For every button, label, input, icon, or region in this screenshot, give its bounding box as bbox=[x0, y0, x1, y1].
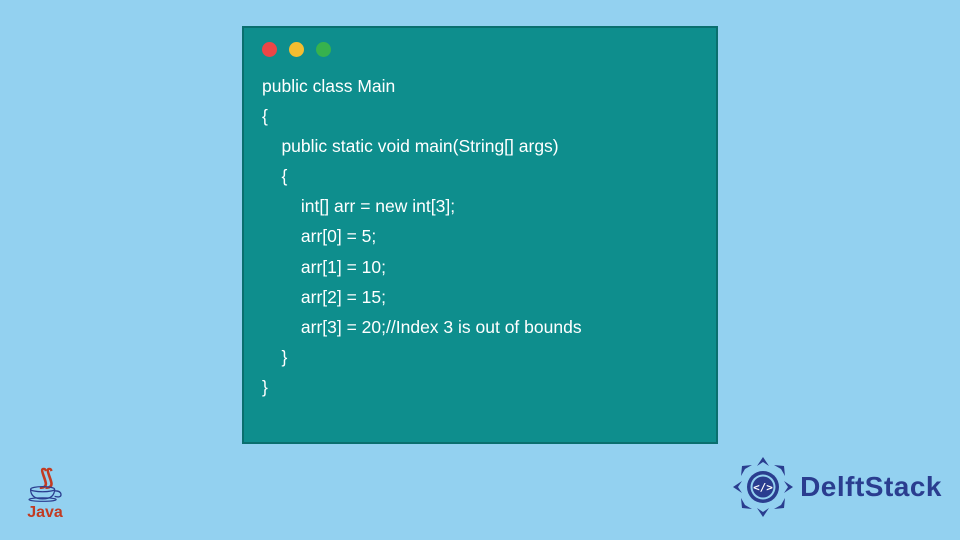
delftstack-logo: </> DelftStack bbox=[732, 456, 942, 518]
maximize-icon bbox=[316, 42, 331, 57]
delftstack-badge-icon: </> bbox=[732, 456, 794, 518]
window-traffic-lights bbox=[244, 28, 716, 65]
java-logo: ⟆⟆ Java bbox=[18, 471, 72, 522]
java-logo-label: Java bbox=[18, 504, 72, 522]
minimize-icon bbox=[289, 42, 304, 57]
delftstack-logo-label: DelftStack bbox=[800, 471, 942, 503]
svg-text:</>: </> bbox=[753, 481, 773, 494]
code-block: public class Main { public static void m… bbox=[244, 65, 716, 402]
java-steam-icon: ⟆⟆ bbox=[18, 471, 72, 484]
code-window: public class Main { public static void m… bbox=[242, 26, 718, 444]
close-icon bbox=[262, 42, 277, 57]
java-cup-icon bbox=[28, 486, 62, 502]
